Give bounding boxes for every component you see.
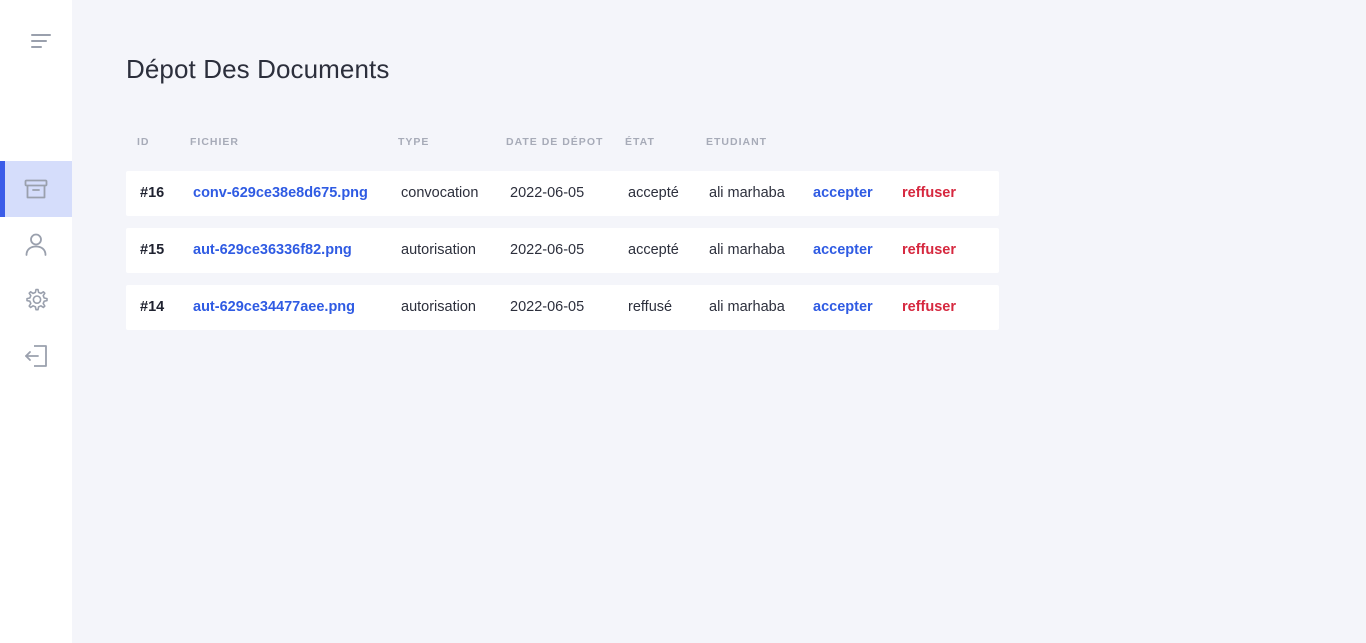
table-row: #16 conv-629ce38e8d675.png convocation 2… bbox=[126, 171, 999, 216]
archive-icon bbox=[23, 176, 49, 202]
row-id: #16 bbox=[140, 185, 165, 201]
file-link[interactable]: conv-629ce38e8d675.png bbox=[193, 171, 368, 216]
row-state: accepté bbox=[628, 242, 679, 258]
table-row: #15 aut-629ce36336f82.png autorisation 2… bbox=[126, 228, 999, 273]
row-type: autorisation bbox=[401, 299, 476, 315]
menu-toggle-icon[interactable] bbox=[30, 32, 52, 50]
table-header: ID FICHIER TYPE DATE DE DÉPOT ÉTAT ETUDI… bbox=[126, 130, 999, 154]
row-type: convocation bbox=[401, 185, 479, 201]
row-state: reffusé bbox=[628, 299, 673, 315]
row-student: ali marhaba bbox=[709, 242, 785, 258]
row-student: ali marhaba bbox=[709, 299, 785, 315]
header-file: FICHIER bbox=[190, 136, 239, 148]
row-id: #14 bbox=[140, 299, 165, 315]
logout-icon bbox=[23, 343, 49, 369]
row-student: ali marhaba bbox=[709, 185, 785, 201]
header-id: ID bbox=[137, 136, 150, 148]
sidebar-item-documents[interactable] bbox=[0, 161, 72, 217]
header-state: ÉTAT bbox=[625, 136, 655, 148]
row-date: 2022-06-05 bbox=[510, 242, 585, 258]
table-row: #14 aut-629ce34477aee.png autorisation 2… bbox=[126, 285, 999, 330]
page-title: Dépot Des Documents bbox=[126, 54, 390, 84]
main-content: Dépot Des Documents ID FICHIER TYPE DATE… bbox=[72, 0, 1366, 643]
header-student: ETUDIANT bbox=[706, 136, 768, 148]
accept-button[interactable]: accepter bbox=[813, 228, 873, 273]
sidebar-item-profile[interactable] bbox=[0, 216, 72, 272]
file-link[interactable]: aut-629ce36336f82.png bbox=[193, 228, 352, 273]
sidebar bbox=[0, 0, 72, 643]
documents-table: ID FICHIER TYPE DATE DE DÉPOT ÉTAT ETUDI… bbox=[126, 130, 999, 330]
header-date: DATE DE DÉPOT bbox=[506, 136, 604, 148]
row-state: accepté bbox=[628, 185, 679, 201]
sidebar-item-logout[interactable] bbox=[0, 328, 72, 384]
refuse-button[interactable]: reffuser bbox=[902, 228, 956, 273]
file-link[interactable]: aut-629ce34477aee.png bbox=[193, 285, 355, 330]
row-date: 2022-06-05 bbox=[510, 185, 585, 201]
refuse-button[interactable]: reffuser bbox=[902, 285, 956, 330]
refuse-button[interactable]: reffuser bbox=[902, 171, 956, 216]
sidebar-item-settings[interactable] bbox=[0, 272, 72, 328]
user-icon bbox=[23, 231, 49, 257]
header-type: TYPE bbox=[398, 136, 430, 148]
row-id: #15 bbox=[140, 242, 165, 258]
row-date: 2022-06-05 bbox=[510, 299, 585, 315]
accept-button[interactable]: accepter bbox=[813, 285, 873, 330]
accept-button[interactable]: accepter bbox=[813, 171, 873, 216]
row-type: autorisation bbox=[401, 242, 476, 258]
gear-icon bbox=[23, 287, 49, 313]
